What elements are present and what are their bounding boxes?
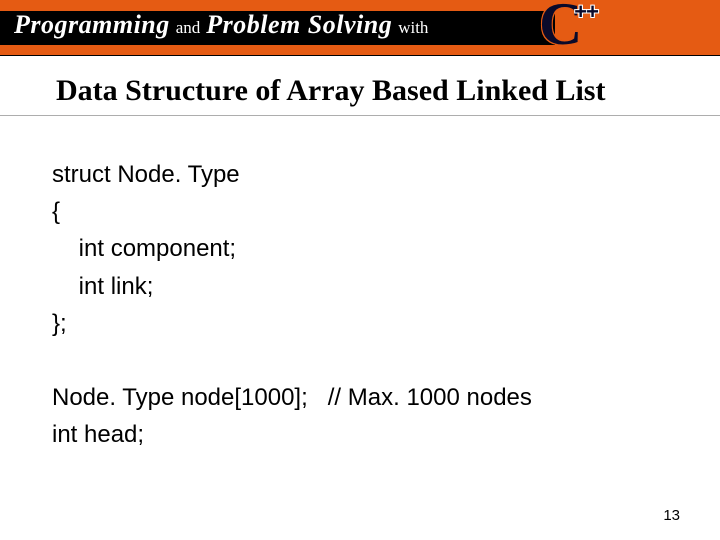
code-line: int link; bbox=[52, 273, 153, 300]
code-line: int component; bbox=[52, 235, 236, 262]
code-line: struct Node. Type bbox=[52, 161, 240, 188]
title-underline bbox=[0, 115, 720, 116]
cpp-logo: C ++ bbox=[539, 0, 598, 54]
code-line: }; bbox=[52, 310, 67, 337]
code-line: { bbox=[52, 198, 60, 225]
logo-plus-plus: ++ bbox=[574, 0, 598, 25]
slide-title: Data Structure of Array Based Linked Lis… bbox=[56, 74, 720, 108]
page-number: 13 bbox=[663, 507, 680, 524]
header-word-and: and bbox=[176, 18, 201, 38]
header-word-with: with bbox=[398, 18, 428, 38]
code-line: Node. Type node[1000]; // Max. 1000 node… bbox=[52, 384, 532, 411]
header-underline bbox=[0, 55, 720, 56]
code-block: struct Node. Type { int component; int l… bbox=[52, 156, 720, 454]
header-band: Programming and Problem Solving with C +… bbox=[0, 0, 720, 56]
header-word-problem-solving: Problem Solving bbox=[206, 10, 392, 40]
code-line: int head; bbox=[52, 421, 144, 448]
header-title: Programming and Problem Solving with bbox=[14, 10, 428, 40]
header-word-programming: Programming bbox=[14, 10, 170, 40]
